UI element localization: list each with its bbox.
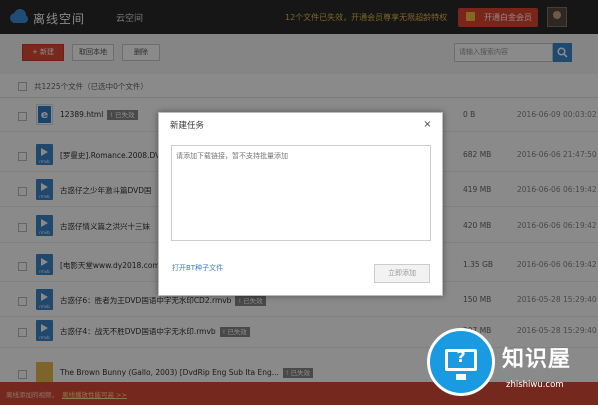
- watermark-title: 知识屋: [502, 347, 572, 372]
- download-link-input[interactable]: [171, 145, 431, 241]
- new-task-dialog: 新建任务 × 打开BT种子文件 立即添加: [158, 112, 443, 296]
- watermark-logo-icon: ?: [427, 328, 495, 396]
- close-icon[interactable]: ×: [422, 119, 433, 130]
- open-bt-link[interactable]: 打开BT种子文件: [172, 263, 223, 273]
- add-now-button[interactable]: 立即添加: [374, 264, 430, 283]
- dialog-title: 新建任务: [170, 121, 205, 131]
- watermark: ? 知识屋 zhishiwu.com: [426, 325, 598, 405]
- watermark-url: zhishiwu.com: [506, 380, 564, 390]
